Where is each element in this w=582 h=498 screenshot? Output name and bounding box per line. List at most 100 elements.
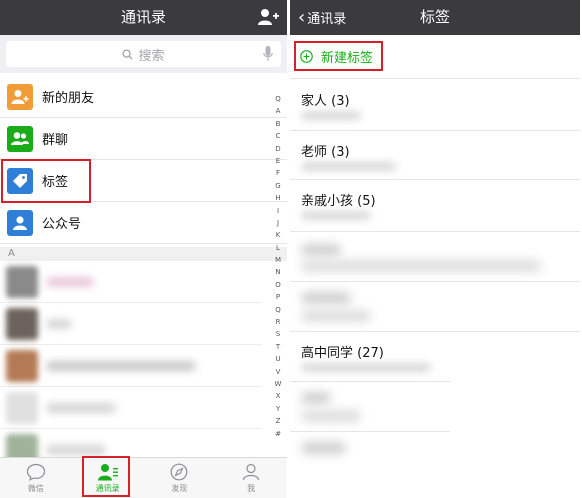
contact-name-redacted [46,445,106,455]
add-circle-icon [300,50,313,63]
tag-members-redacted [301,260,541,272]
contacts-navbar: 通讯录 [0,0,287,35]
contact-name-redacted [46,319,72,329]
tag-name: 家人 (3) [301,94,350,109]
tab-label: 发现 [171,483,188,493]
tag-members-redacted [301,410,361,422]
person-icon [243,463,260,480]
page-title: 通讯录 [120,8,166,26]
index-letter[interactable]: E [272,155,284,167]
tag-row-redacted[interactable] [290,282,580,332]
index-letter[interactable]: U [272,353,284,365]
index-search[interactable]: Q [272,93,284,105]
tag-name: 高中同学 (27) [301,346,384,361]
tag-members-redacted [301,310,371,322]
tag-icon [7,167,33,194]
index-letter[interactable]: D [272,143,284,155]
alphabet-index[interactable]: Q A B C D E F G H I J K L M N O P Q R S … [272,93,284,440]
index-letter[interactable]: V [272,366,284,378]
tag-name-redacted [301,392,331,404]
index-letter[interactable]: N [272,266,284,278]
tab-discover[interactable]: 发现 [144,458,216,498]
index-letter[interactable]: I [272,205,284,217]
tab-bar: 微信 通讯录 发现 我 [0,457,287,498]
tab-label: 通讯录 [95,483,120,493]
microphone-icon[interactable] [263,46,273,62]
index-letter[interactable]: Q [272,304,284,316]
tab-label: 我 [247,483,256,493]
avatar [6,392,38,424]
index-letter[interactable]: F [272,167,284,179]
chat-bubble-icon [26,463,45,481]
index-letter[interactable]: K [272,229,284,241]
tag-row[interactable]: 老师 (3) [290,131,580,180]
tab-me[interactable]: 我 [215,458,287,498]
list-item[interactable] [0,303,262,345]
index-letter[interactable]: X [272,390,284,402]
avatar [6,350,38,382]
tag-members-redacted [301,111,361,120]
index-letter[interactable]: J [272,217,284,229]
index-letter[interactable]: Y [272,403,284,415]
index-letter[interactable]: H [272,192,284,204]
index-letter[interactable]: O [272,279,284,291]
search-icon [122,48,134,60]
menu-item-label: 新的朋友 [42,91,95,106]
tags-navbar: ‹ 通讯录 标签 [290,0,580,35]
tag-members-redacted [301,363,431,372]
blank-area [450,335,580,465]
tag-row[interactable]: 亲戚小孩 (5) [290,180,580,232]
search-placeholder: 搜索 [138,48,165,64]
menu-item-group-chat[interactable]: 群聊 [0,118,287,160]
new-tag-label: 新建标签 [321,51,374,66]
add-friend-icon[interactable] [257,8,279,26]
menu-item-label: 群聊 [42,133,69,148]
menu-item-label: 标签 [42,175,69,190]
list-item[interactable] [0,345,262,387]
list-item[interactable] [0,261,262,303]
contacts-screen: 通讯录 搜索 新的朋友 群聊 标签 公众号 A Q A B C D E F G … [0,0,287,498]
index-letter[interactable]: S [272,328,284,340]
index-letter[interactable]: A [272,105,284,117]
compass-icon [170,463,188,480]
tag-members-redacted [301,211,371,220]
tag-name: 老师 (3) [301,145,350,160]
index-letter[interactable]: W [272,378,284,390]
menu-item-new-friends[interactable]: 新的朋友 [0,76,287,118]
search-input[interactable]: 搜索 [6,41,281,67]
index-letter[interactable]: Z [272,415,284,427]
index-letter[interactable]: T [272,341,284,353]
index-letter[interactable]: B [272,118,284,130]
tag-row-redacted[interactable] [290,232,580,282]
tag-name-redacted [301,442,346,454]
avatar [6,308,38,340]
menu-item-tags[interactable]: 标签 [0,160,287,202]
contact-name-redacted [46,277,94,287]
index-letter[interactable]: P [272,291,284,303]
page-title: 标签 [419,8,450,26]
contact-name-redacted [46,361,196,371]
tab-chats[interactable]: 微信 [0,458,72,498]
index-letter[interactable]: L [272,242,284,254]
contact-name-redacted [46,403,116,413]
index-letter[interactable]: M [272,254,284,266]
index-letter[interactable]: R [272,316,284,328]
menu-item-official-accounts[interactable]: 公众号 [0,202,287,244]
tag-name-redacted [301,292,351,304]
contacts-icon [97,463,118,480]
new-tag-button[interactable]: 新建标签 [290,35,580,79]
official-account-icon [7,209,33,236]
index-letter[interactable]: C [272,130,284,142]
tab-label: 微信 [27,483,44,493]
list-item[interactable] [0,387,262,429]
search-bar: 搜索 [0,35,287,73]
new-friend-icon [7,83,33,110]
index-letter[interactable]: G [272,180,284,192]
tab-contacts[interactable]: 通讯录 [72,458,144,498]
tag-row[interactable]: 家人 (3) [290,80,580,131]
section-header-a: A [0,247,287,261]
tag-name: 亲戚小孩 (5) [301,194,376,209]
tags-screen: ‹ 通讯录 标签 新建标签 家人 (3) 老师 (3) 亲戚小孩 (5) 高中同… [290,0,580,498]
tag-members-redacted [301,162,396,171]
index-letter[interactable]: # [272,428,284,440]
